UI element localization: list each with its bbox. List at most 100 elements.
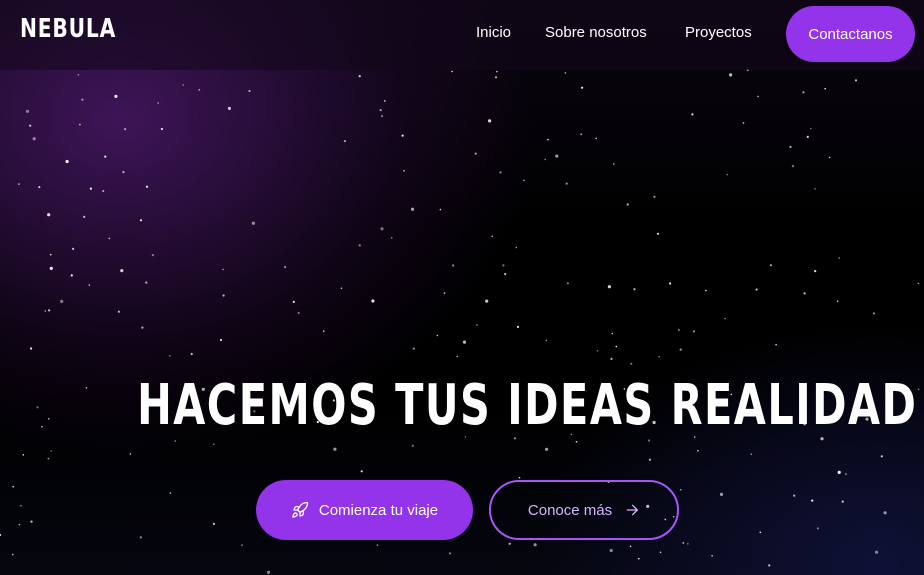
star [360,470,363,473]
star [139,219,143,222]
star [719,492,724,496]
star [81,98,84,101]
star [12,485,14,488]
nav-link-sobre-nosotros[interactable]: Sobre nosotros [545,24,647,41]
star [806,135,809,138]
star [491,235,494,238]
star [757,95,759,98]
star [838,257,841,259]
star [496,70,498,73]
star [697,449,699,452]
star [533,543,537,547]
star [439,208,442,211]
star [638,557,640,560]
star [213,443,215,446]
star [25,109,30,113]
star [630,362,633,365]
star [814,188,816,190]
star [653,195,656,198]
star [0,533,2,537]
nav-link-inicio[interactable]: Inicio [476,24,511,41]
star [129,453,132,455]
navbar: NEBULA Inicio Sobre nosotros Proyectos C… [0,0,924,70]
star [875,550,879,554]
arrow-right-icon [624,502,640,518]
star [227,106,231,110]
star [65,159,69,164]
hero-title: HACEMOS TUS IDEAS REALIDAD [0,370,924,442]
star [791,165,795,168]
star [845,473,847,475]
star [122,171,125,174]
star [607,285,612,289]
star [917,282,920,285]
star [29,124,32,127]
star [381,115,383,117]
star [358,244,361,247]
star [518,476,521,479]
star [117,310,120,313]
star [284,266,287,269]
star [340,287,343,290]
star [390,237,393,239]
star [102,189,105,193]
star [678,329,680,331]
star [494,76,498,79]
star [452,264,455,267]
star [70,274,73,277]
star [705,289,707,292]
contact-button[interactable]: Contactanos [786,6,915,62]
star [626,203,629,206]
star [190,352,193,356]
star [212,522,215,526]
star [555,154,559,158]
star [18,183,20,185]
star [474,152,477,155]
star [169,355,171,357]
star [854,79,858,82]
star [659,551,662,554]
star [292,300,295,303]
star [485,299,489,303]
star [412,347,415,350]
star [401,134,404,137]
start-journey-button[interactable]: Comienza tu viaje [256,480,473,540]
star [410,207,415,211]
star [680,488,682,491]
start-journey-label: Comienza tu viaje [318,501,439,519]
nav-link-proyectos[interactable]: Proyectos [685,24,752,41]
star [768,564,771,567]
star [22,454,25,456]
star [755,288,758,291]
learn-more-button[interactable]: Conoce más [489,480,679,540]
star [322,330,325,332]
star [108,237,111,240]
star [564,72,567,74]
star [648,458,652,461]
star [499,171,502,174]
star [824,87,826,90]
star [157,102,159,104]
star [49,266,53,270]
star [711,555,713,557]
star [742,122,745,124]
star [462,340,467,344]
star [726,173,728,176]
star [565,182,568,185]
star [691,113,694,116]
star [44,310,47,312]
star [448,552,452,555]
star [508,542,511,545]
star [379,109,382,112]
star [759,531,762,534]
star [809,127,812,130]
star [88,284,91,286]
star [380,227,384,231]
star [266,570,271,575]
star [502,264,505,267]
star [219,338,223,342]
star [83,215,86,218]
star [523,179,525,182]
star [545,339,548,342]
learn-more-label: Conoce más [527,501,613,519]
